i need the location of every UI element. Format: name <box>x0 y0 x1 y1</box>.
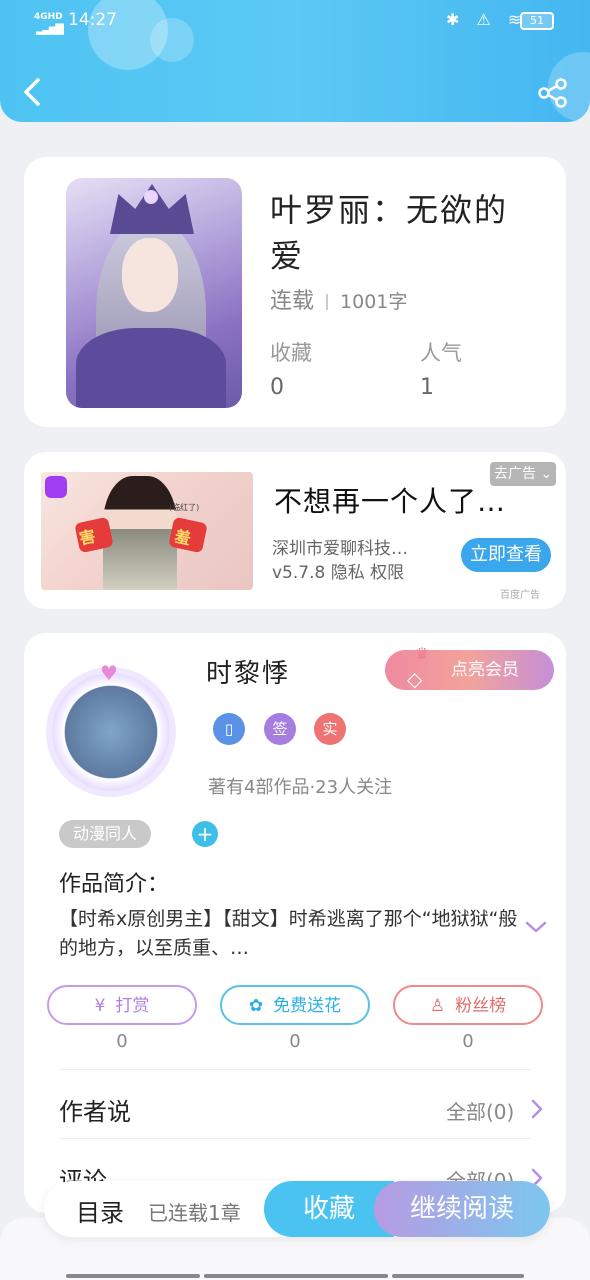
clock: 14:27 <box>68 10 117 30</box>
expand-intro-button[interactable] <box>524 919 548 935</box>
book-cover-image[interactable] <box>66 178 242 408</box>
yen-icon: ¥ <box>94 996 106 1016</box>
intro-label: 作品简介： <box>59 872 170 897</box>
intro-text: 【时希x原创男主】【甜文】时希逃离了那个“地狱狱“般的地方，以至质重、… <box>59 908 518 959</box>
share-icon <box>538 78 567 108</box>
send-flower-button[interactable]: ✿ 免费送花 <box>220 985 370 1025</box>
nav-gesture-bar[interactable] <box>66 1274 200 1278</box>
vip-button[interactable]: ♛ ◇ 点亮会员 <box>385 644 554 691</box>
divider <box>59 1069 531 1070</box>
diamond-icon: ◇ <box>407 667 423 691</box>
divider <box>326 294 329 310</box>
popularity-value: 1 <box>420 375 434 400</box>
book-title: 叶罗丽：无欲的爱 <box>270 191 509 275</box>
reward-button[interactable]: ¥ 打赏 <box>47 985 197 1025</box>
network-indicator: 4GHD <box>34 12 63 22</box>
book-status: 连载 1001字 <box>270 283 407 315</box>
ad-source: 百度广告 <box>500 590 540 601</box>
back-button[interactable] <box>18 72 48 112</box>
author-says-label[interactable]: 作者说 <box>59 1092 131 1127</box>
chevron-right-icon[interactable] <box>530 1098 544 1120</box>
signal-icon: ▂▃▅▇ <box>36 22 64 35</box>
user-heart-icon: ♙ <box>429 996 446 1016</box>
author-card: ♥ 时黎悸 ♛ ◇ 点亮会员 ▯ 签 实 著有4部作品·23人关注 动漫同人 +… <box>24 633 566 1213</box>
author-name[interactable]: 时黎悸 <box>206 653 290 690</box>
ad-card[interactable]: (临红了) 害 羞 去广告 ⌄ 不想再一个人了… 深圳市爱聊科技… v5.7.8… <box>24 452 566 609</box>
top-header: 4GHD ▂▃▅▇ 14:27 ✱ ⚠ ≋ 51 <box>0 0 590 122</box>
status-bar: 4GHD ▂▃▅▇ 14:27 ✱ ⚠ ≋ 51 <box>0 8 590 38</box>
bottom-action-bar: 目录 已连载1章 收藏 继续阅读 <box>44 1181 550 1237</box>
ad-cta-button[interactable]: 立即查看 <box>461 538 551 572</box>
share-button[interactable] <box>536 76 570 110</box>
favorites-label: 收藏 <box>270 341 312 365</box>
continue-reading-button[interactable]: 继续阅读 <box>374 1181 550 1237</box>
real-name-badge: 实 <box>314 713 346 745</box>
phone-verified-badge: ▯ <box>213 713 245 745</box>
nav-gesture-bar[interactable] <box>392 1274 524 1278</box>
ad-meta[interactable]: v5.7.8 隐私 权限 <box>272 558 404 583</box>
nav-gesture-bar[interactable] <box>204 1274 388 1278</box>
signed-badge: 签 <box>264 713 296 745</box>
author-works-summary: 著有4部作品·23人关注 <box>208 777 393 798</box>
add-tag-button[interactable]: + <box>192 821 218 847</box>
fans-ranking-button[interactable]: ♙ 粉丝榜 <box>393 985 543 1025</box>
genre-tag[interactable]: 动漫同人 <box>59 820 152 848</box>
favorites-value: 0 <box>270 375 284 400</box>
ad-company: 深圳市爱聊科技… <box>272 539 408 559</box>
popularity-label: 人气 <box>420 341 462 365</box>
flower-count: 0 <box>289 1031 301 1052</box>
book-info-card: 叶罗丽：无欲的爱 连载 1001字 收藏 0 人气 1 <box>24 157 566 427</box>
toc-button[interactable]: 目录 <box>76 1193 124 1228</box>
favorites-stat: 收藏 0 <box>270 337 312 400</box>
app-logo-icon <box>45 476 67 498</box>
word-count: 1001字 <box>340 291 408 313</box>
heart-icon: ♥ <box>100 661 118 685</box>
divider <box>59 1138 531 1139</box>
ad-image-caption: (临红了) <box>169 503 200 512</box>
chevron-down-icon <box>525 921 547 933</box>
battery-icon: 51 <box>520 12 554 30</box>
author-says-all-link[interactable]: 全部(0) <box>446 1096 514 1125</box>
popularity-stat: 人气 1 <box>420 337 462 400</box>
chapter-status: 已连载1章 <box>148 1201 241 1225</box>
vip-button-label: 点亮会员 <box>451 660 519 680</box>
fans-count: 0 <box>462 1031 474 1052</box>
chevron-left-icon <box>24 78 40 106</box>
ad-image[interactable]: (临红了) 害 羞 <box>41 472 253 590</box>
reward-label: 打赏 <box>115 996 150 1016</box>
status-icons: ✱ ⚠ ≋ <box>446 10 528 29</box>
flower-icon: ✿ <box>248 996 264 1016</box>
ad-title: 不想再一个人了… <box>274 485 507 518</box>
flower-label: 免费送花 <box>273 996 342 1016</box>
reward-count: 0 <box>116 1031 128 1052</box>
fans-label: 粉丝榜 <box>455 996 507 1016</box>
author-avatar[interactable]: ♥ <box>52 661 170 791</box>
serial-status: 连载 <box>270 289 315 314</box>
